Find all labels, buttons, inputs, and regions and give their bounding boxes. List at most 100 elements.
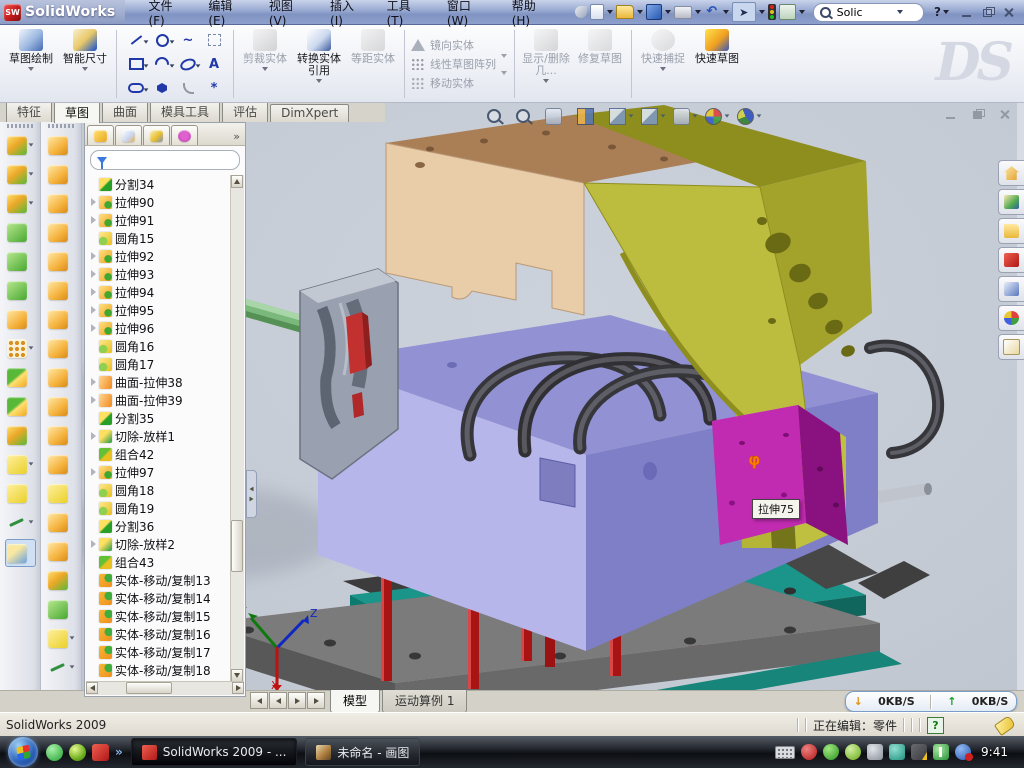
quick-snaps-button[interactable]: 快速捕捉	[636, 26, 690, 102]
scroll-left-button[interactable]	[86, 682, 98, 694]
ribbon-tab[interactable]: 曲面	[102, 101, 148, 122]
tree-item[interactable]: 实体-移动/复制13	[87, 571, 230, 589]
custom-properties-tab[interactable]	[998, 334, 1024, 360]
sketch-button[interactable]: 草图绘制	[4, 26, 58, 102]
print-dropdown-icon[interactable]	[695, 10, 701, 14]
sketch-text-icon[interactable]: A	[201, 52, 227, 76]
resources-home-tab[interactable]	[998, 160, 1024, 186]
repair-sketch-button[interactable]: 修复草图	[573, 26, 627, 102]
design-library-tab[interactable]	[998, 189, 1024, 215]
undo-dropdown-icon[interactable]	[723, 10, 729, 14]
scene-icon[interactable]	[737, 106, 762, 126]
linear-sketch-pattern-button[interactable]: 线性草图阵列	[411, 57, 496, 72]
firewall-tray-icon[interactable]	[823, 744, 839, 760]
reference-point-icon[interactable]	[7, 452, 34, 476]
rectangle-icon[interactable]	[123, 52, 149, 76]
volume-tray-icon[interactable]	[867, 744, 883, 760]
zoom-area-icon[interactable]	[516, 106, 538, 126]
split-icon[interactable]	[7, 365, 34, 389]
save-dropdown-icon[interactable]	[665, 10, 671, 14]
tree-item[interactable]: 圆角16	[87, 337, 230, 355]
tool-dropdown-icon[interactable]	[69, 665, 74, 668]
panel-splitter-handle[interactable]	[246, 470, 257, 518]
rapid-sketch-button[interactable]: 快速草图	[690, 26, 744, 102]
parting-surface-icon[interactable]	[48, 510, 75, 534]
view-orientation-icon[interactable]	[609, 106, 634, 126]
doctab-prev-button[interactable]	[269, 692, 287, 709]
lofted-surface-icon[interactable]	[48, 220, 75, 244]
featuremanager-tab[interactable]	[87, 125, 114, 145]
doc-restore-icon[interactable]	[972, 109, 985, 120]
search-dropdown-icon[interactable]	[897, 10, 903, 14]
appearances-icon[interactable]	[705, 106, 730, 126]
doc-close-icon[interactable]	[999, 109, 1012, 120]
document-tab[interactable]: 运动算例 1	[382, 690, 467, 713]
sync-tray-icon[interactable]	[955, 744, 971, 760]
tree-item[interactable]: 拉伸95	[87, 301, 230, 319]
tags-icon[interactable]	[994, 715, 1016, 736]
select-dropdown-icon[interactable]	[759, 10, 765, 14]
tree-item[interactable]: 拉伸97	[87, 463, 230, 481]
extruded-boss-icon[interactable]	[7, 133, 34, 157]
new-document-icon[interactable]	[590, 4, 604, 20]
move-copy-body-icon[interactable]	[7, 423, 34, 447]
tree-item[interactable]: 拉伸91	[87, 211, 230, 229]
new-dropdown-icon[interactable]	[607, 10, 613, 14]
arc-icon[interactable]	[149, 52, 175, 76]
ribbon-tab[interactable]: 草图	[54, 100, 100, 123]
instant3d-icon[interactable]	[5, 539, 36, 567]
expand-arrow-icon[interactable]	[91, 540, 96, 548]
rotate-view-icon[interactable]	[545, 106, 570, 126]
zoom-fit-icon[interactable]	[487, 106, 509, 126]
print-icon[interactable]	[674, 6, 692, 19]
search-box[interactable]	[813, 3, 924, 22]
display-style-icon[interactable]	[641, 106, 666, 126]
options-list-icon[interactable]	[779, 4, 796, 20]
tree-item[interactable]: 圆角18	[87, 481, 230, 499]
tree-item[interactable]: 圆角15	[87, 229, 230, 247]
tree-horizontal-scrollbar[interactable]	[86, 681, 244, 695]
restore-icon[interactable]	[982, 7, 995, 18]
taskbar-item-paint[interactable]: 未命名 - 画图	[305, 738, 420, 766]
swept-boss-icon[interactable]	[7, 220, 34, 244]
tree-filter-box[interactable]	[90, 150, 240, 170]
undo-icon[interactable]: ↶	[704, 4, 720, 20]
tree-item[interactable]: 拉伸90	[87, 193, 230, 211]
menu-item[interactable]: 插入(I)	[321, 0, 376, 31]
quicklaunch-messenger-icon[interactable]	[46, 744, 63, 761]
planar-surface-icon[interactable]	[48, 307, 75, 331]
move-entities-button[interactable]: 移动实体	[411, 76, 496, 91]
tree-item[interactable]: 实体-移动/复制15	[87, 607, 230, 625]
tree-item[interactable]: 拉伸94	[87, 283, 230, 301]
tooling-split-icon[interactable]	[48, 452, 75, 476]
trimmed-surface-icon[interactable]	[48, 191, 75, 215]
rebuild-traffic-light-icon[interactable]	[768, 4, 776, 20]
toolbar-grip[interactable]	[7, 124, 33, 128]
solidworks-resources-tab[interactable]	[998, 247, 1024, 273]
expand-arrow-icon[interactable]	[91, 270, 96, 278]
menu-item[interactable]: 编辑(E)	[199, 0, 258, 31]
expand-arrow-icon[interactable]	[91, 252, 96, 260]
menu-item[interactable]: 帮助(H)	[503, 0, 563, 31]
extruded-cut-icon[interactable]	[7, 162, 34, 186]
chamfer-icon[interactable]	[7, 278, 34, 302]
reference-axis-icon[interactable]	[7, 481, 34, 505]
start-button[interactable]	[8, 737, 38, 767]
offset-entities-button[interactable]: 等距实体	[346, 26, 400, 102]
ribbon-tab[interactable]: DimXpert	[270, 104, 349, 122]
alert-tray-icon[interactable]	[911, 744, 927, 760]
mirror-entities-button[interactable]: 镜向实体	[411, 38, 496, 53]
extended-surface-icon[interactable]	[48, 249, 75, 273]
slot-icon[interactable]	[123, 76, 149, 100]
expand-arrow-icon[interactable]	[91, 468, 96, 476]
taskbar-item-solidworks[interactable]: SolidWorks 2009 - ...	[131, 738, 298, 766]
selection-marquee-icon[interactable]	[201, 28, 227, 52]
expand-arrow-icon[interactable]	[91, 198, 96, 206]
network-tray-icon[interactable]	[889, 744, 905, 760]
expand-arrow-icon[interactable]	[91, 378, 96, 386]
tool-dropdown-icon[interactable]	[28, 462, 33, 465]
tree-item[interactable]: 切除-放样2	[87, 535, 230, 553]
doctab-first-button[interactable]	[250, 692, 268, 709]
options-dropdown-icon[interactable]	[799, 10, 805, 14]
point-icon[interactable]: *	[201, 76, 227, 100]
